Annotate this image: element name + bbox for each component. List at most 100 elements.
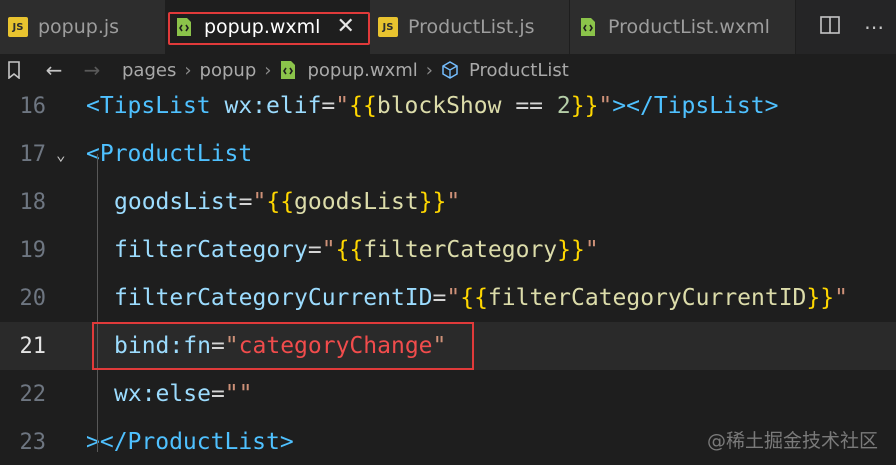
line-number: 16: [19, 93, 47, 119]
token: ": [252, 189, 267, 215]
token: ": [224, 333, 239, 359]
token: =: [307, 237, 322, 263]
code-text: ></ProductList>: [86, 429, 294, 455]
token: filterCategory: [114, 237, 308, 263]
token: bind:fn: [114, 333, 211, 359]
token: ": [584, 237, 599, 263]
line-number: 21: [19, 333, 47, 359]
token: wx:elif: [210, 93, 322, 119]
token: =: [432, 285, 447, 311]
chevron-right-icon: ›: [264, 59, 272, 81]
tab-label: popup.js: [38, 16, 120, 38]
line-number: 23: [19, 429, 47, 455]
token: "": [224, 381, 253, 407]
token: filterCategory: [363, 237, 558, 263]
tab-productlist-js[interactable]: JS ProductList.js: [370, 0, 570, 54]
token: =: [210, 333, 225, 359]
tab-popup-wxml[interactable]: popup.wxml ✕: [166, 0, 370, 54]
wxml-file-icon: [279, 60, 297, 80]
token: ></: [612, 93, 654, 119]
token: 2: [556, 93, 571, 119]
code-text: bind:fn="categoryChange": [114, 333, 446, 359]
tab-label: ProductList.js: [408, 16, 535, 38]
forward-arrow-icon[interactable]: →: [78, 58, 106, 82]
token: ==: [501, 93, 557, 119]
token: ": [335, 93, 350, 119]
code-text: <ProductList: [86, 141, 252, 167]
line-number: 20: [19, 285, 47, 311]
token: filterCategoryCurrentID: [487, 285, 807, 311]
token: {{: [460, 285, 488, 311]
token: ProductList: [127, 429, 280, 455]
token: filterCategoryCurrentID: [114, 285, 433, 311]
breadcrumb-item-element[interactable]: ProductList: [465, 60, 573, 81]
token: categoryChange: [238, 333, 433, 359]
code-line-20: 20 filterCategoryCurrentID="{{filterCate…: [0, 274, 896, 322]
token: ": [446, 189, 461, 215]
code-text: filterCategory="{{filterCategory}}": [114, 237, 599, 263]
token: }}: [806, 285, 835, 311]
code-line-16: 16 <TipsList wx:elif="{{blockShow == 2}}…: [0, 82, 896, 130]
line-number: 18: [19, 189, 47, 215]
tab-actions: ⋯: [796, 0, 896, 54]
token: =: [321, 93, 336, 119]
breadcrumb-item-popup[interactable]: popup: [196, 60, 261, 81]
token: TipsList: [99, 93, 211, 119]
back-arrow-icon[interactable]: ←: [40, 58, 68, 82]
code-text: wx:else="": [114, 381, 253, 407]
token: }}: [570, 93, 599, 119]
chevron-right-icon: ›: [425, 59, 433, 81]
js-file-icon: JS: [8, 17, 28, 37]
token: ": [598, 93, 613, 119]
breadcrumb-item-pages[interactable]: pages: [118, 60, 180, 81]
close-icon[interactable]: ✕: [336, 16, 354, 38]
tab-label: popup.wxml: [204, 16, 321, 38]
code-line-21: 21 bind:fn="categoryChange": [0, 322, 896, 370]
token: >: [764, 93, 779, 119]
token: >: [279, 429, 294, 455]
token: ProductList: [99, 141, 253, 167]
watermark: @稀土掘金技术社区: [706, 430, 878, 452]
token: <: [86, 93, 100, 119]
token: ": [446, 285, 461, 311]
line-number: 17: [19, 141, 47, 167]
token: }}: [418, 189, 447, 215]
token: ": [432, 333, 447, 359]
code-text: filterCategoryCurrentID="{{filterCategor…: [114, 285, 848, 311]
token: ": [321, 237, 336, 263]
token: }}: [557, 237, 585, 263]
code-editor[interactable]: 16 <TipsList wx:elif="{{blockShow == 2}}…: [0, 86, 896, 465]
element-icon: [441, 61, 459, 79]
code-text: goodsList="{{goodsList}}": [114, 189, 460, 215]
token: =: [238, 189, 253, 215]
token: {{: [349, 93, 377, 119]
code-line-18: 18 goodsList="{{goodsList}}": [0, 178, 896, 226]
token: {{: [335, 237, 364, 263]
line-number: 19: [19, 237, 47, 263]
tab-label: ProductList.wxml: [608, 16, 770, 38]
wxml-file-icon: [578, 17, 598, 37]
token: goodsList: [294, 189, 419, 215]
bookmark-icon[interactable]: [0, 61, 28, 79]
code-text: <TipsList wx:elif="{{blockShow == 2}}"><…: [86, 93, 778, 119]
token: TipsList: [653, 93, 765, 119]
tab-productlist-wxml[interactable]: ProductList.wxml: [570, 0, 796, 54]
tab-popup-js[interactable]: JS popup.js: [0, 0, 166, 54]
token: =: [210, 381, 225, 407]
more-actions-icon[interactable]: ⋯: [864, 15, 884, 39]
chevron-down-icon[interactable]: ⌄: [56, 145, 66, 164]
code-line-19: 19 filterCategory="{{filterCategory}}": [0, 226, 896, 274]
token: goodsList: [114, 189, 239, 215]
line-number: 22: [19, 381, 47, 407]
wxml-file-icon: [174, 17, 194, 37]
chevron-right-icon: ›: [184, 59, 192, 81]
split-editor-icon[interactable]: [820, 15, 840, 39]
token: ": [834, 285, 848, 311]
token: {{: [266, 189, 295, 215]
js-file-icon: JS: [378, 17, 398, 37]
breadcrumb-item-file[interactable]: popup.wxml: [303, 60, 421, 81]
token: blockShow: [376, 93, 502, 119]
code-line-17: 17 ⌄ <ProductList: [0, 130, 896, 178]
editor-tab-bar: JS popup.js popup.wxml ✕ JS ProductList.…: [0, 0, 896, 54]
indent-guide: [97, 154, 109, 452]
